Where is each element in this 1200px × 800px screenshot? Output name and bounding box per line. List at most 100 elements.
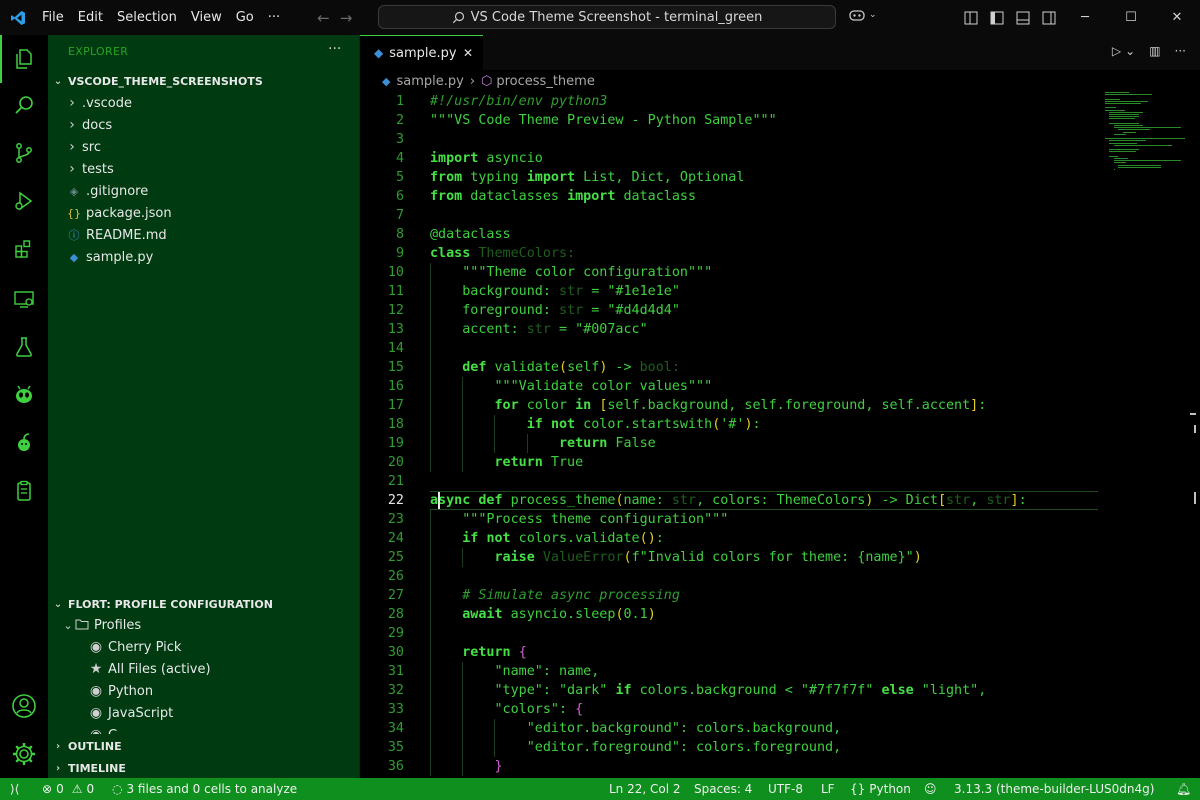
run-debug-icon[interactable] — [0, 177, 48, 225]
run-file-icon[interactable]: ▷ — [1112, 44, 1121, 58]
toggle-panel-icon[interactable] — [1010, 0, 1036, 35]
maximize-icon[interactable]: ☐ — [1108, 0, 1154, 35]
testing-icon[interactable] — [0, 323, 48, 371]
code-line[interactable]: 5 from typing import List, Dict, Optional — [360, 168, 1100, 187]
code-line[interactable]: 25 raise ValueError(f"Invalid colors for… — [360, 548, 1100, 567]
split-editor-icon[interactable]: ▥ — [1149, 44, 1160, 58]
language-mode[interactable]: {} Python — [850, 778, 911, 800]
code-line[interactable]: 11 background: str = "#1e1e1e" — [360, 282, 1100, 301]
profiles-group[interactable]: ⌄ Profiles — [48, 614, 359, 636]
back-arrow-icon[interactable]: ← — [317, 9, 330, 27]
code-line[interactable]: 18 if not color.startswith('#'): — [360, 415, 1100, 434]
code-line[interactable]: 2 """VS Code Theme Preview - Python Sampl… — [360, 111, 1100, 130]
python-interpreter[interactable]: 3.13.3 (theme-builder-LUS0dn4g) — [954, 778, 1154, 800]
code-line[interactable]: 21 — [360, 472, 1100, 491]
workspace-root[interactable]: ⌄ VSCODE_THEME_SCREENSHOTS — [48, 70, 359, 92]
code-line[interactable]: 33 "colors": { — [360, 700, 1100, 719]
forward-arrow-icon[interactable]: → — [340, 9, 353, 27]
copilot-button[interactable]: ⌄ — [848, 8, 877, 22]
code-line[interactable]: 17 for color in [self.background, self.f… — [360, 396, 1100, 415]
profile-item[interactable]: ◉ C... — [48, 724, 359, 734]
minimap[interactable] — [1105, 92, 1190, 182]
breadcrumb-file[interactable]: sample.py — [396, 74, 463, 89]
outline-section[interactable]: › OUTLINE — [48, 735, 359, 757]
code-line[interactable]: 6 from dataclasses import dataclass — [360, 187, 1100, 206]
clipboard-icon[interactable] — [0, 467, 48, 515]
code-line[interactable]: 30 return { — [360, 643, 1100, 662]
code-line[interactable]: 4 import asyncio — [360, 149, 1100, 168]
code-line[interactable]: 1 #!/usr/bin/env python3 — [360, 92, 1100, 111]
breadcrumb-symbol[interactable]: process_theme — [496, 74, 594, 89]
menu-more[interactable]: ··· — [261, 0, 287, 35]
code-line[interactable]: 15 def validate(self) -> bool: — [360, 358, 1100, 377]
remote-indicator-icon[interactable]: ⟩⟨ — [10, 778, 19, 800]
notifications-bell-icon[interactable]: 🔔︎ — [1176, 778, 1191, 800]
alien-extension-icon[interactable] — [0, 371, 48, 419]
explorer-more-icon[interactable]: ··· — [328, 41, 341, 57]
close-window-icon[interactable]: ✕ — [1154, 0, 1200, 35]
code-line[interactable]: 36 } — [360, 757, 1100, 776]
profile-item[interactable]: ◉ Python — [48, 680, 359, 702]
close-tab-icon[interactable]: ✕ — [463, 46, 473, 60]
extensions-icon[interactable] — [0, 225, 48, 273]
code-line[interactable]: 13 accent: str = "#007acc" — [360, 320, 1100, 339]
analysis-status[interactable]: ◌ 3 files and 0 cells to analyze — [112, 778, 297, 800]
copilot-status-icon[interactable]: ☺ — [924, 778, 937, 800]
file-item[interactable]: ◈ .gitignore — [48, 180, 359, 202]
line-ending[interactable]: LF — [821, 778, 835, 800]
code-line[interactable]: 10 """Theme color configuration""" — [360, 263, 1100, 282]
profile-item[interactable]: ◉ JavaScript — [48, 702, 359, 724]
profile-item[interactable]: ★ All Files (active) — [48, 658, 359, 680]
folder-item[interactable]: › docs — [48, 114, 359, 136]
problems-indicator[interactable]: ⊗ 0 ⚠ 0 — [42, 778, 94, 800]
code-line[interactable]: 8 @dataclass — [360, 225, 1100, 244]
folder-item[interactable]: › tests — [48, 158, 359, 180]
toggle-sidebar-icon[interactable] — [984, 0, 1010, 35]
code-line[interactable]: 22 async def process_theme(name: str, col… — [360, 491, 1100, 510]
search-icon[interactable] — [0, 81, 48, 129]
code-line[interactable]: 16 """Validate color values""" — [360, 377, 1100, 396]
source-control-icon[interactable] — [0, 129, 48, 177]
code-line[interactable]: 34 "editor.background": colors.backgroun… — [360, 719, 1100, 738]
indentation[interactable]: Spaces: 4 — [694, 778, 752, 800]
tab-sample-py[interactable]: ◆ sample.py ✕ — [360, 35, 483, 70]
menu-edit[interactable]: Edit — [71, 0, 110, 35]
cherry-icon[interactable] — [0, 419, 48, 467]
cursor-position[interactable]: Ln 22, Col 2 — [609, 778, 681, 800]
code-line[interactable]: 26 — [360, 567, 1100, 586]
code-line[interactable]: 3 — [360, 130, 1100, 149]
profile-item[interactable]: ◉ Cherry Pick — [48, 636, 359, 658]
code-line[interactable]: 35 "editor.foreground": colors.foregroun… — [360, 738, 1100, 757]
code-line[interactable]: 7 — [360, 206, 1100, 225]
code-line[interactable]: 27 # Simulate async processing — [360, 586, 1100, 605]
layout-icon[interactable] — [958, 0, 984, 35]
folder-item[interactable]: › src — [48, 136, 359, 158]
minimize-icon[interactable]: ─ — [1062, 0, 1108, 35]
code-line[interactable]: 32 "type": "dark" if colors.background <… — [360, 681, 1100, 700]
timeline-section[interactable]: › TIMELINE — [48, 757, 359, 779]
file-item[interactable]: ◆ sample.py — [48, 246, 359, 268]
code-line[interactable]: 20 return True — [360, 453, 1100, 472]
code-line[interactable]: 28 await asyncio.sleep(0.1) — [360, 605, 1100, 624]
menu-file[interactable]: File — [35, 0, 71, 35]
accounts-icon[interactable] — [0, 682, 48, 730]
profiles-section[interactable]: ⌄ FLORT: PROFILE CONFIGURATION — [48, 593, 359, 615]
chevron-down-icon[interactable]: ⌄ — [1125, 44, 1135, 58]
menu-go[interactable]: Go — [229, 0, 261, 35]
toggle-secondary-sidebar-icon[interactable] — [1036, 0, 1062, 35]
more-actions-icon[interactable]: ··· — [1175, 44, 1186, 58]
code-editor[interactable]: 1 #!/usr/bin/env python3 2 """VS Code Theme… — [360, 92, 1100, 778]
code-line[interactable]: 14 — [360, 339, 1100, 358]
code-line[interactable]: 19 return False — [360, 434, 1100, 453]
command-center[interactable]: VS Code Theme Screenshot - terminal_gree… — [378, 5, 836, 29]
code-line[interactable]: 29 — [360, 624, 1100, 643]
code-line[interactable]: 23 """Process theme configuration""" — [360, 510, 1100, 529]
file-item[interactable]: {} package.json — [48, 202, 359, 224]
folder-item[interactable]: › .vscode — [48, 92, 359, 114]
manage-gear-icon[interactable] — [0, 730, 48, 778]
explorer-icon[interactable] — [0, 35, 48, 83]
code-line[interactable]: 31 "name": name, — [360, 662, 1100, 681]
code-line[interactable]: 24 if not colors.validate(): — [360, 529, 1100, 548]
file-item[interactable]: ⓘ README.md — [48, 224, 359, 246]
remote-explorer-icon[interactable] — [0, 275, 48, 323]
